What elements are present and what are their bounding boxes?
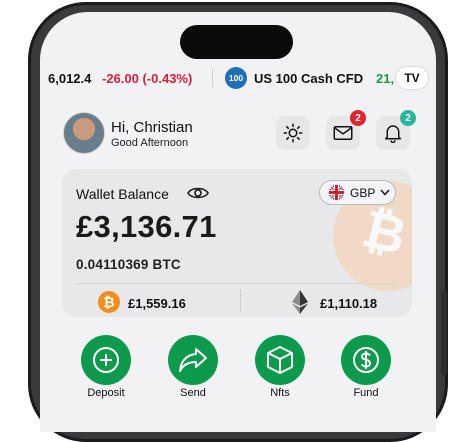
ticker-prev-change: -26.00 (-0.43%) xyxy=(102,71,193,86)
messages-button[interactable]: 2 xyxy=(326,110,366,150)
eye-icon[interactable] xyxy=(187,185,209,201)
wallet-balance-label: Wallet Balance xyxy=(76,186,169,202)
btc-amount: 0.04110369 BTC xyxy=(76,257,181,272)
side-button xyxy=(441,290,447,375)
nfts-circle[interactable] xyxy=(255,335,305,385)
ticker-next-price: 21, xyxy=(376,71,395,86)
send-arrow-icon xyxy=(179,348,207,372)
dynamic-island xyxy=(180,25,293,59)
market-ticker[interactable]: 6,012.4 -26.00 (-0.43%) 100 US 100 Cash … xyxy=(40,66,436,92)
deposit-circle[interactable] xyxy=(81,335,131,385)
send-button[interactable]: Send xyxy=(161,335,225,399)
sun-icon xyxy=(283,123,303,143)
currency-code: GBP xyxy=(350,185,376,200)
avatar[interactable] xyxy=(63,112,105,154)
send-label: Send xyxy=(180,387,206,399)
fund-button[interactable]: Fund xyxy=(334,335,398,399)
btc-holding-value: £1,559.16 xyxy=(128,296,186,311)
bell-icon xyxy=(384,125,402,143)
holdings-divider xyxy=(240,289,241,312)
ticker-index-name[interactable]: US 100 Cash CFD xyxy=(254,71,363,86)
theme-toggle-button[interactable] xyxy=(276,116,310,150)
fund-label: Fund xyxy=(353,387,379,399)
plus-icon xyxy=(93,347,119,373)
fund-circle[interactable] xyxy=(341,335,391,385)
tradingview-logo-icon[interactable]: TV xyxy=(396,67,428,89)
app-screen: 6,012.4 -26.00 (-0.43%) 100 US 100 Cash … xyxy=(40,12,436,432)
cube-icon xyxy=(267,346,293,374)
mail-badge: 2 xyxy=(350,110,366,126)
uk-flag-icon xyxy=(328,184,345,201)
deposit-label: Deposit xyxy=(87,387,125,399)
index-badge-icon: 100 xyxy=(225,67,247,89)
bell-badge: 2 xyxy=(400,110,416,126)
wallet-balance-amount: £3,136.71 xyxy=(76,209,217,244)
nfts-label: Nfts xyxy=(270,387,290,399)
ticker-prev-price: 6,012.4 xyxy=(48,71,92,86)
greeting-title: Hi, Christian xyxy=(111,119,193,136)
notifications-button[interactable]: 2 xyxy=(376,110,416,150)
nfts-button[interactable]: Nfts xyxy=(248,335,312,399)
dollar-icon xyxy=(353,347,379,373)
deposit-button[interactable]: Deposit xyxy=(74,335,138,399)
currency-selector[interactable]: GBP xyxy=(319,180,396,205)
wallet-card: ₿ Wallet Balance GBP £3,136.71 0.0411036… xyxy=(62,169,412,317)
mail-icon xyxy=(333,126,353,140)
send-circle[interactable] xyxy=(168,335,218,385)
ethereum-icon xyxy=(292,290,308,314)
eth-holding-value: £1,110.18 xyxy=(320,296,378,311)
chevron-down-icon xyxy=(380,189,390,196)
ticker-divider xyxy=(212,69,213,87)
card-divider xyxy=(76,283,398,284)
greeting-subtitle: Good Afternoon xyxy=(111,137,189,149)
bitcoin-icon: ₿ xyxy=(98,291,120,313)
